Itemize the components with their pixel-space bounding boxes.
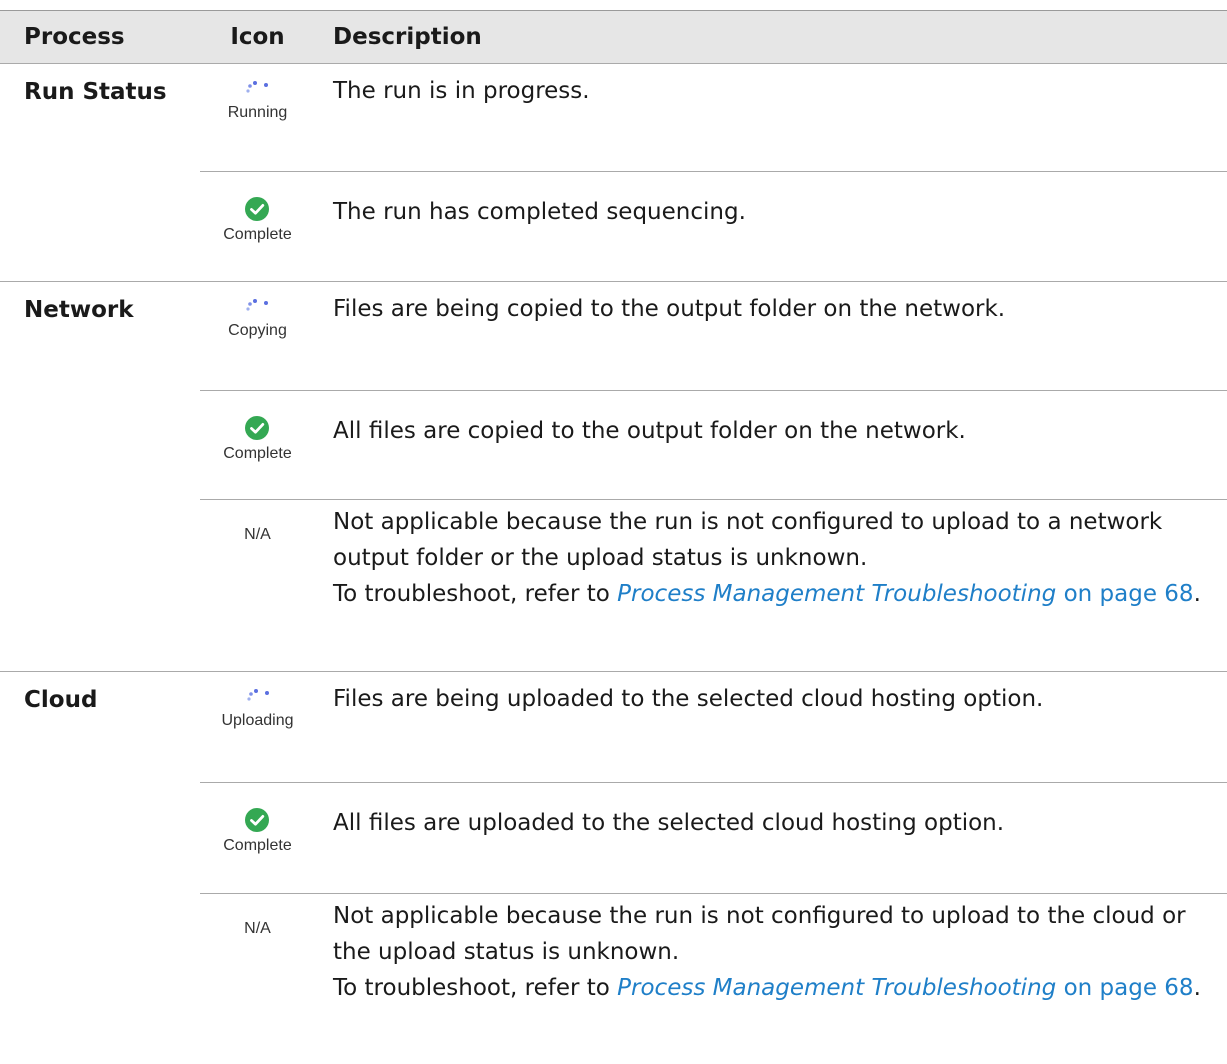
link-on[interactable]: on — [1064, 975, 1093, 1001]
header-description: Description — [315, 11, 1227, 64]
spinner-icon — [246, 299, 269, 311]
description: All files are uploaded to the selected c… — [315, 782, 1227, 894]
troubleshoot-prefix: To troubleshoot, refer to — [333, 581, 610, 607]
icon-label: Uploading — [221, 712, 294, 729]
icon-cell: Complete — [200, 782, 315, 894]
icon-label: Copying — [228, 322, 287, 339]
troubleshooting-link[interactable]: Process Management Troubleshooting — [617, 975, 1056, 1001]
icon-label: Running — [227, 104, 288, 121]
icon-cell: Running — [200, 63, 315, 172]
icon-label: Complete — [223, 445, 292, 462]
check-circle-icon — [245, 197, 270, 221]
running-status: Running — [227, 76, 288, 122]
troubleshooting-link[interactable]: Process Management Troubleshooting — [617, 581, 1056, 607]
icon-cell: Complete — [200, 171, 315, 282]
spinner-icon — [246, 81, 269, 93]
check-circle-icon — [245, 416, 270, 440]
process-run-status: Run Status — [0, 63, 200, 282]
na-status: N/A — [244, 920, 271, 937]
table-header-row: Process Icon Description — [0, 11, 1227, 64]
icon-cell: Copying — [200, 281, 315, 391]
table-row: Network Copying Files are being copied t… — [0, 281, 1227, 672]
page-link[interactable]: page 68 — [1100, 975, 1194, 1001]
complete-status: Complete — [223, 795, 292, 855]
spinner-icon — [246, 689, 269, 701]
period: . — [1193, 581, 1201, 607]
link-on[interactable]: on — [1064, 581, 1093, 607]
description-text: Not applicable because the run is not co… — [333, 509, 1163, 571]
process-status-table: Process Icon Description Run Status Runn… — [0, 11, 1227, 1064]
process-cloud: Cloud — [24, 687, 98, 713]
icon-cell: N/A — [200, 894, 315, 1064]
description: Not applicable because the run is not co… — [315, 499, 1227, 672]
icon-cell: N/A — [200, 499, 315, 672]
icon-label: Complete — [223, 226, 292, 243]
icon-cell: Uploading — [200, 671, 315, 783]
copying-status: Copying — [228, 294, 287, 340]
description: All files are copied to the output folde… — [315, 390, 1227, 500]
header-icon: Icon — [200, 11, 315, 64]
icon-cell: Complete — [200, 390, 315, 500]
icon-label: Complete — [223, 837, 292, 854]
description: The run has completed sequencing. — [315, 171, 1227, 282]
description: The run is in progress. — [315, 63, 1227, 172]
period: . — [1193, 975, 1201, 1001]
table-row: Cloud Uploading Files are being uploaded… — [0, 671, 1227, 783]
uploading-status: Uploading — [221, 684, 294, 730]
header-process: Process — [0, 11, 200, 64]
description-text: Not applicable because the run is not co… — [333, 903, 1186, 965]
na-status: N/A — [244, 526, 271, 543]
table-row: Run Status Running The run is in progres… — [0, 63, 1227, 282]
complete-status: Complete — [223, 403, 292, 463]
description: Files are being uploaded to the selected… — [315, 671, 1227, 783]
page-link[interactable]: page 68 — [1100, 581, 1194, 607]
check-circle-icon — [245, 808, 270, 832]
description: Files are being copied to the output fol… — [315, 281, 1227, 391]
description: Not applicable because the run is not co… — [315, 894, 1227, 1064]
process-network: Network — [0, 281, 200, 672]
complete-status: Complete — [223, 184, 292, 244]
troubleshoot-prefix: To troubleshoot, refer to — [333, 975, 610, 1001]
